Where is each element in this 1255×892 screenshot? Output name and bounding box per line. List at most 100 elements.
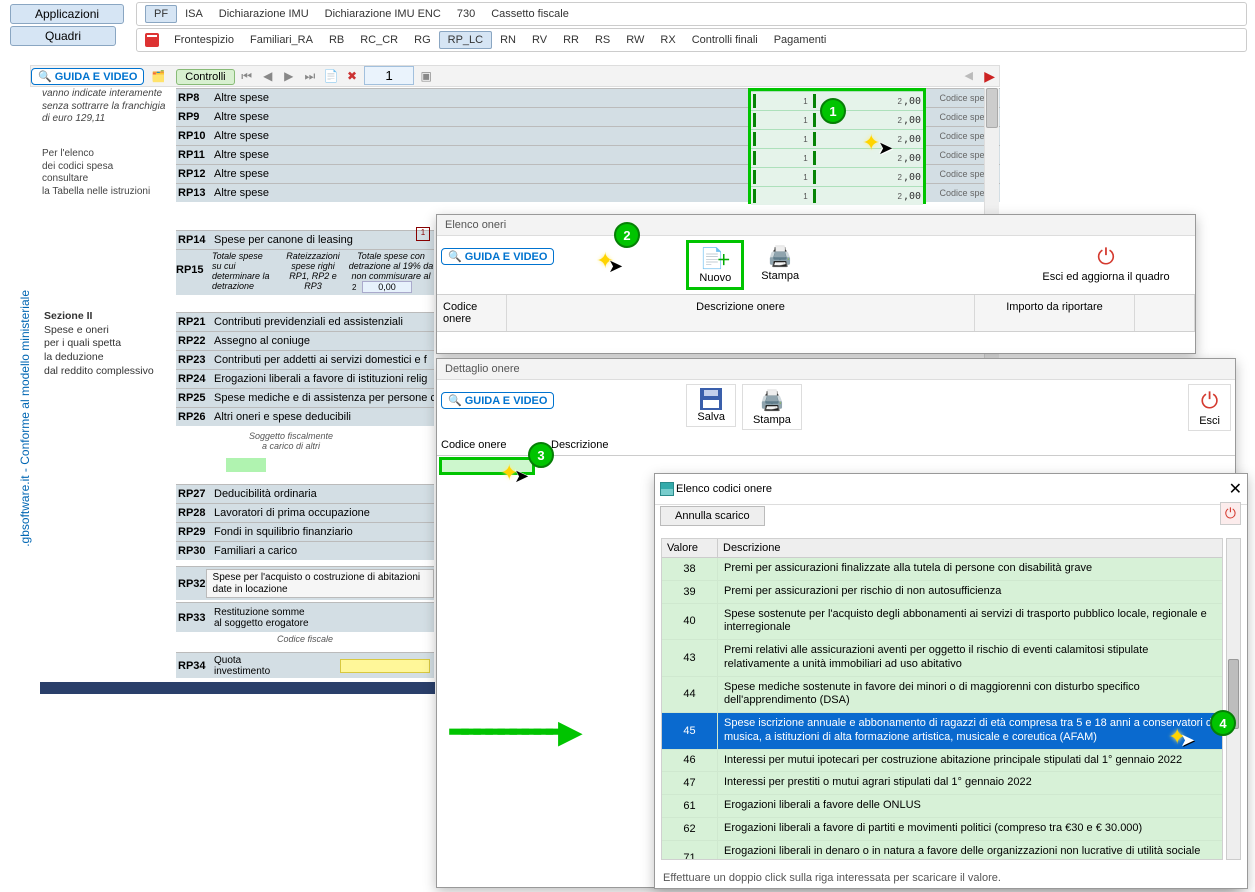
rp-label: Spese mediche e di assistenza per person… (214, 392, 434, 404)
tab2-rg[interactable]: RG (406, 32, 439, 48)
rp-label: Erogazioni liberali a favore di istituzi… (214, 373, 434, 385)
tab2-rs[interactable]: RS (587, 32, 618, 48)
stampa-button[interactable]: 🖨️ Stampa (750, 240, 810, 286)
tab1-730[interactable]: 730 (449, 6, 483, 22)
stampa-button-2[interactable]: 🖨️ Stampa (742, 384, 802, 430)
code-field[interactable]: 1 (753, 151, 811, 165)
tab2-rp_lc[interactable]: RP_LC (439, 31, 492, 49)
tab2-rn[interactable]: RN (492, 32, 524, 48)
codice-row-61[interactable]: 61Erogazioni liberali a favore delle ONL… (662, 795, 1222, 818)
th-valore[interactable]: Valore (662, 539, 718, 557)
tab-strip-2: FrontespizioFamiliari_RARBRC_CRRGRP_LCRN… (136, 28, 1247, 52)
quadri-button[interactable]: Quadri (10, 26, 116, 46)
tab1-cassetto-fiscale[interactable]: Cassetto fiscale (483, 6, 577, 22)
page-number-input[interactable] (364, 66, 414, 85)
rp32-button[interactable]: Spese per l'acquisto o costruzione di ab… (206, 569, 434, 598)
codice-row-43[interactable]: 43Premi relativi alle assicurazioni aven… (662, 640, 1222, 677)
layers-icon[interactable]: 🗂️ (151, 71, 165, 83)
salva-button[interactable]: Salva (686, 384, 736, 427)
scroll-left-icon[interactable]: ◀ (965, 69, 973, 82)
tab1-pf[interactable]: PF (145, 5, 177, 23)
th-descrizione[interactable]: Descrizione (718, 539, 1222, 557)
amount-field[interactable]: 2,00 (813, 94, 923, 108)
controlli-button[interactable]: Controlli (176, 69, 234, 85)
tab2-rb[interactable]: RB (321, 32, 352, 48)
codici-scrollbar[interactable] (1226, 538, 1241, 860)
rp26-green-cell[interactable] (226, 458, 266, 472)
rp34-label: Quotainvestimento (214, 655, 270, 677)
footer-hint: Effettuare un doppio click sulla riga in… (663, 872, 1001, 884)
guida-video-button-2[interactable]: 🔍GUIDA E VIDEO (441, 248, 554, 265)
tab2-rc_cr[interactable]: RC_CR (352, 32, 406, 48)
codice-onere-input[interactable] (439, 457, 535, 475)
nuovo-button[interactable]: 📄＋ Nuovo (686, 240, 744, 290)
tab1-dichiarazione-imu[interactable]: Dichiarazione IMU (211, 6, 317, 22)
power-small-button[interactable]: ⏻ (1220, 502, 1241, 525)
save-icon (700, 388, 722, 410)
rp-code: RP21 (176, 316, 214, 328)
flag-icon[interactable]: 1 (416, 227, 430, 241)
codice-row-46[interactable]: 46Interessi per mutui ipotecari per cost… (662, 750, 1222, 773)
nav-last[interactable]: ⏭ (301, 69, 319, 84)
delete-page-icon[interactable]: ✖ (343, 69, 361, 83)
rp-label: Lavoratori di prima occupazione (214, 507, 434, 519)
amount-field[interactable]: 2,00 (813, 151, 923, 165)
tab1-dichiarazione-imu-enc[interactable]: Dichiarazione IMU ENC (317, 6, 449, 22)
rp34-input[interactable] (340, 659, 430, 673)
vertical-caption: .gbsoftware.it - Conforme al modello min… (18, 290, 32, 547)
annulla-scarico-button[interactable]: Annulla scarico (660, 506, 765, 526)
doc-icon[interactable]: 📄 (322, 69, 340, 83)
rp-rows-upper: RP8Altre speseRP9Altre speseRP10Altre sp… (176, 88, 436, 202)
amount-field[interactable]: 2,00 (813, 113, 923, 127)
rp33-code: RP33 (176, 612, 214, 624)
dettaglio-title: Dettaglio onere (437, 359, 1235, 380)
amount-field[interactable]: 2,00 (813, 132, 923, 146)
rp15-value[interactable] (362, 281, 412, 293)
tab2-controlli-finali[interactable]: Controlli finali (684, 32, 766, 48)
scroll-right-icon[interactable]: ▶ (984, 68, 995, 85)
rp-code: RP27 (176, 488, 214, 500)
codice-row-45[interactable]: 45Spese iscrizione annuale e abbonamento… (662, 713, 1222, 750)
nav-prev[interactable]: ◀ (259, 69, 277, 83)
tab2-familiari_ra[interactable]: Familiari_RA (242, 32, 321, 48)
rp-label: Fondi in squilibrio finanziario (214, 526, 434, 538)
guida-video-button[interactable]: 🔍GUIDA E VIDEO (31, 68, 144, 85)
th-descrizione-onere: Descrizione onere (507, 295, 975, 331)
code-field[interactable]: 1 (753, 170, 811, 184)
code-field[interactable]: 1 (753, 189, 811, 203)
amount-field[interactable]: 2,00 (813, 170, 923, 184)
codice-row-39[interactable]: 39Premi per assicurazioni per rischio di… (662, 581, 1222, 604)
nav-next[interactable]: ▶ (280, 69, 298, 83)
tab1-isa[interactable]: ISA (177, 6, 211, 22)
codice-row-40[interactable]: 40Spese sostenute per l'acquisto degli a… (662, 604, 1222, 641)
side-note-2: Per l'elencodei codici spesaconsultarela… (42, 148, 172, 198)
go-icon[interactable]: ▣ (417, 69, 435, 83)
amount-field[interactable]: 2,00 (813, 189, 923, 203)
descrizione-label: Descrizione (547, 435, 1235, 456)
tab2-pagamenti[interactable]: Pagamenti (766, 32, 835, 48)
close-icon[interactable]: ✕ (1229, 479, 1242, 499)
tab2-rx[interactable]: RX (652, 32, 683, 48)
code-field[interactable]: 1 (753, 113, 811, 127)
rp-label: Altre spese (214, 149, 436, 161)
new-doc-icon: 📄＋ (700, 246, 731, 271)
rp14-code: RP14 (176, 234, 214, 246)
esci-aggiorna-button[interactable]: ⏻ Esci ed aggiorna il quadro (1021, 240, 1191, 287)
nav-first[interactable]: ⏮ (238, 69, 256, 84)
codice-row-62[interactable]: 62Erogazioni liberali a favore di partit… (662, 818, 1222, 841)
tab2-rw[interactable]: RW (618, 32, 652, 48)
code-field[interactable]: 1 (753, 94, 811, 108)
codice-row-44[interactable]: 44Spese mediche sostenute in favore dei … (662, 677, 1222, 714)
rp-label: Altre spese (214, 168, 436, 180)
tab2-rr[interactable]: RR (555, 32, 587, 48)
guida-video-button-3[interactable]: 🔍GUIDA E VIDEO (441, 392, 554, 409)
codice-row-71[interactable]: 71Erogazioni liberali in denaro o in nat… (662, 841, 1222, 861)
code-field[interactable]: 1 (753, 132, 811, 146)
side-note-1: vanno indicate interamente senza sottrar… (42, 88, 172, 126)
tab2-frontespizio[interactable]: Frontespizio (166, 32, 242, 48)
codice-row-38[interactable]: 38Premi per assicurazioni finalizzate al… (662, 558, 1222, 581)
applicazioni-button[interactable]: Applicazioni (10, 4, 124, 24)
esci-button[interactable]: ⏻ Esci (1188, 384, 1231, 431)
tab2-rv[interactable]: RV (524, 32, 555, 48)
codice-row-47[interactable]: 47Interessi per prestiti o mutui agrari … (662, 772, 1222, 795)
